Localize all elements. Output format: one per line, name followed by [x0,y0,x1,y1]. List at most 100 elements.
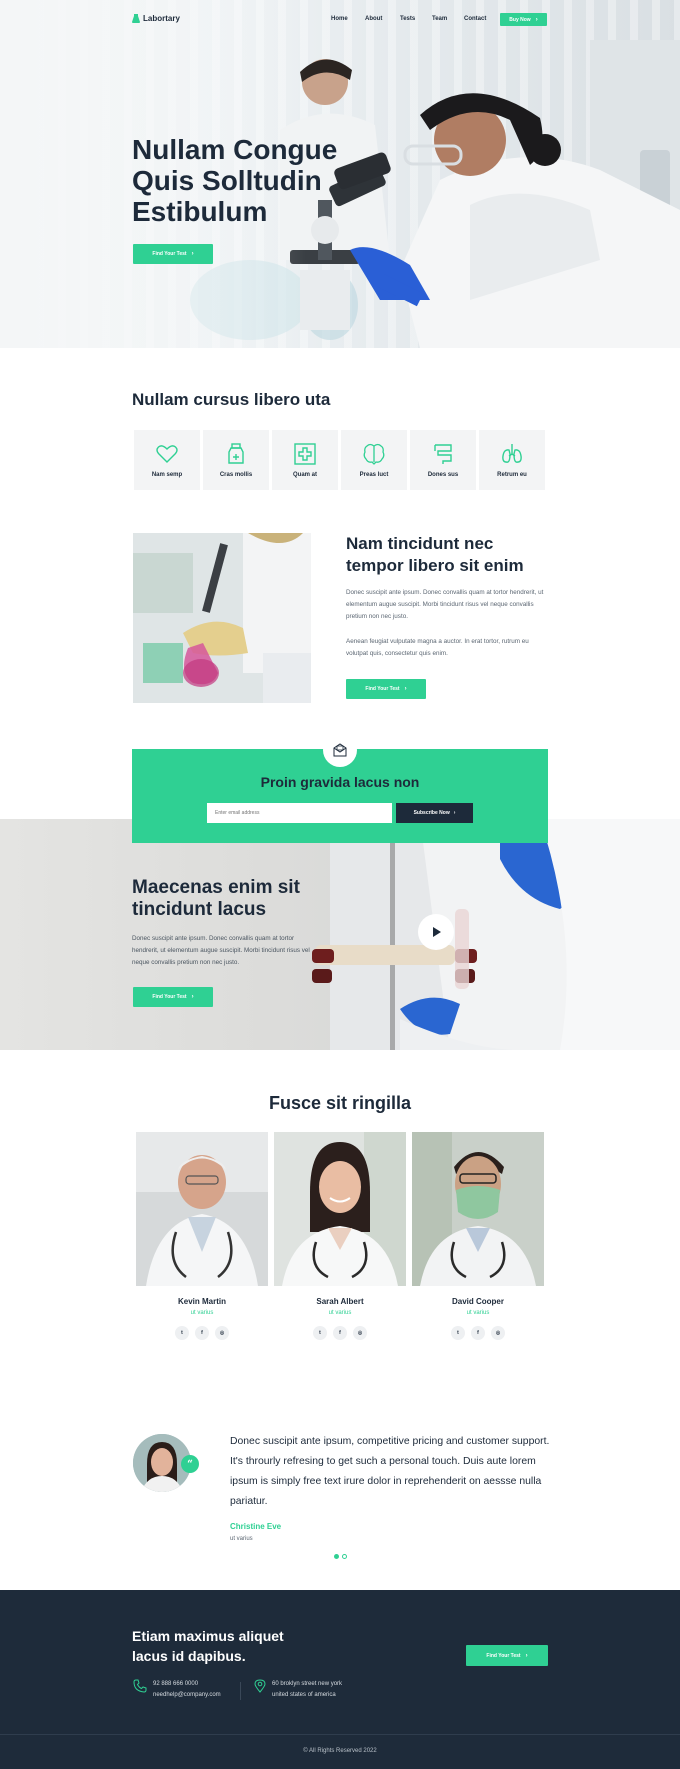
medicine-bottle-icon [228,443,244,464]
video-button-label: Find Your Test [152,994,187,1000]
medical-cross-icon [294,443,316,465]
heart-icon [156,445,178,463]
copyright: © All Rights Reserved 2022 [303,1748,377,1754]
testimonial-text: Donec suscipit ante ipsum, competitive p… [230,1436,550,1507]
lungs-icon [502,444,522,463]
hero-title: Nullam Congue Quis Solltudin Estibulum [132,134,392,227]
hero-title-line: Estibulum [132,196,268,227]
testimonial-role: ut varius [230,1536,253,1542]
services-title: Nullam cursus libero uta [132,390,331,409]
email-input[interactable] [207,803,392,823]
service-label: Dones sus [427,472,459,478]
video-title: Maecenas enim sit tincidunt lacus [132,877,362,921]
nav-team[interactable]: Team [432,16,447,22]
slider-dot[interactable] [342,1554,347,1559]
brand-logo[interactable]: Labortary [132,14,180,23]
chevron-right-icon: › [525,1652,528,1659]
play-video-button[interactable] [418,914,454,950]
nav-contact[interactable]: Contact [464,16,486,22]
service-label: Preas luct [359,472,389,478]
team-card: Sarah Albert ut varius t f ◎ [274,1132,406,1340]
buy-now-label: Buy Now [509,16,531,23]
footer-title-line: Etiam maximus aliquet [132,1628,284,1644]
facebook-icon[interactable]: f [195,1326,209,1340]
twitter-icon[interactable]: t [451,1326,465,1340]
service-label: Retrum eu [497,472,527,478]
slider-dot-active[interactable] [334,1554,339,1559]
subscribe-button-label: Subscribe Now [413,810,450,816]
instagram-icon[interactable]: ◎ [491,1326,505,1340]
about-button-label: Find Your Test [365,686,400,692]
team-member-name: Kevin Martin [177,1297,226,1306]
chevron-right-icon: › [191,994,194,1000]
service-label: Nam semp [151,472,183,478]
about-paragraph: Aenean feugiat vulputate magna a auctor.… [346,638,529,658]
team-title: Fusce sit ringilla [268,1093,412,1113]
footer-address: 60 broklyn street new york united states… [272,1679,342,1701]
team-card: Kevin Martin ut varius t f ◎ [136,1132,268,1340]
testimonial-author: Christine Eve [230,1522,282,1531]
hero-title-line: Nullam Congue [132,134,338,165]
footer-title: Etiam maximus aliquet lacus id dapibus. [132,1626,332,1666]
video-background-image [312,819,680,1050]
chevron-right-icon: › [404,686,407,692]
video-section [0,819,680,1050]
footer-address-line: united states of america [272,1692,336,1698]
team-member-role: ut varius [328,1310,352,1316]
instagram-icon[interactable]: ◎ [215,1326,229,1340]
twitter-icon[interactable]: t [313,1326,327,1340]
service-card[interactable]: Cras mollis [203,430,269,490]
team-photo [136,1132,268,1286]
chevron-right-icon: › [453,810,456,816]
quote-icon: “ [181,1455,199,1473]
flask-logo-icon [132,14,140,23]
service-card[interactable]: Dones sus [410,430,476,490]
about-find-test-button[interactable]: Find Your Test › [346,679,426,699]
video-paragraph: Donec suscipit ante ipsum. Donec convall… [132,935,310,967]
subscribe-badge [323,733,357,767]
about-title-line: Nam tincidunt nec [346,534,494,553]
footer-contact: 92 888 666 0000 needhelp@company.com [153,1679,221,1701]
subscribe-button[interactable]: Subscribe Now › [396,803,473,823]
instagram-icon[interactable]: ◎ [353,1326,367,1340]
video-title-line: Maecenas enim sit [132,877,300,898]
service-label: Cras mollis [219,472,253,478]
footer-title-line: lacus id dapibus. [132,1648,246,1664]
nav-tests[interactable]: Tests [400,16,415,22]
buy-now-button[interactable]: Buy Now › [500,13,547,26]
subscribe-title: Proin gravida lacus non [260,774,420,790]
footer-find-test-button[interactable]: Find Your Test › [466,1645,548,1666]
hero-find-test-button[interactable]: Find Your Test › [133,244,213,264]
service-card[interactable]: Preas luct [341,430,407,490]
hero-button-label: Find Your Test [152,251,187,257]
team-member-role: ut varius [190,1310,214,1316]
brain-icon [363,443,385,465]
intestine-icon [434,444,452,464]
twitter-icon[interactable]: t [175,1326,189,1340]
brand-name: Labortary [143,14,180,23]
team-card: David Cooper ut varius t f ◎ [412,1132,544,1340]
facebook-icon[interactable]: f [471,1326,485,1340]
chevron-right-icon: › [191,251,194,257]
video-find-test-button[interactable]: Find Your Test › [133,987,213,1007]
service-card[interactable]: Retrum eu [479,430,545,490]
location-pin-icon [254,1679,266,1693]
footer-address-line: 60 broklyn street new york [272,1681,343,1687]
envelope-icon [333,743,347,757]
footer-phone[interactable]: 92 888 666 0000 [153,1679,221,1690]
nav-home[interactable]: Home [331,16,348,22]
nav-about[interactable]: About [365,16,382,22]
team-member-name: Sarah Albert [316,1297,364,1306]
about-title-line: tempor libero sit enim [346,556,524,575]
footer-email[interactable]: needhelp@company.com [153,1690,221,1701]
team-member-role: ut varius [466,1310,490,1316]
team-member-name: David Cooper [451,1297,504,1306]
service-card[interactable]: Nam semp [134,430,200,490]
footer-divider [0,1734,680,1735]
social-links: t f ◎ [412,1326,544,1340]
service-card[interactable]: Quam at [272,430,338,490]
phone-icon [133,1679,147,1693]
facebook-icon[interactable]: f [333,1326,347,1340]
about-title: Nam tincidunt nec tempor libero sit enim [346,533,566,577]
team-photo [274,1132,406,1286]
